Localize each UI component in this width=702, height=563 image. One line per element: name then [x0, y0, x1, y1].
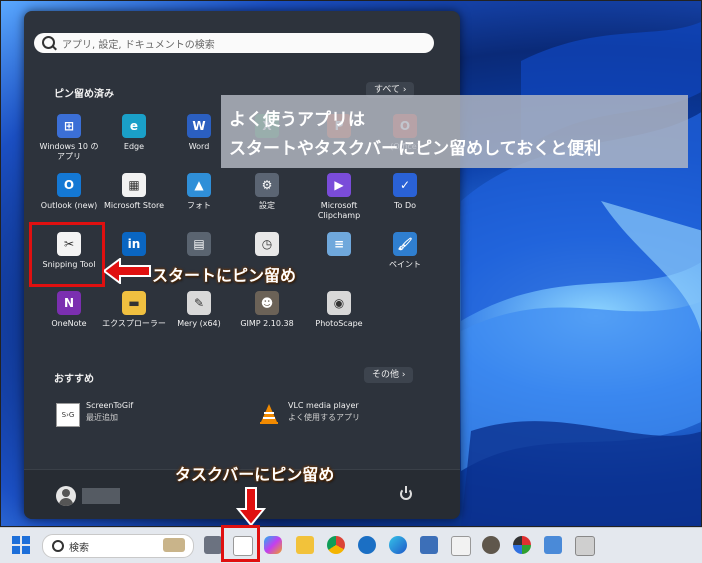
pinned-app-label: ペイント — [389, 260, 421, 269]
taskbar-pin-annotation: タスクバーにピン留め — [175, 465, 335, 484]
pinned-app-label: GIMP 2.10.38 — [240, 319, 294, 328]
search-icon — [42, 36, 55, 49]
pinned-app-paint[interactable]: 🖌 ペイント — [370, 232, 440, 286]
pinned-app-label: To Do — [393, 201, 417, 210]
pinned-app-label: PhotoScape — [315, 319, 363, 328]
user-avatar-icon[interactable] — [56, 486, 76, 506]
chrome-icon[interactable] — [327, 536, 345, 554]
recommended-item-sub: よく使用するアプリ — [288, 413, 360, 422]
pinned-app-notepad[interactable]: ≡ — [304, 232, 374, 286]
pinned-app-outlook[interactable]: O Outlook (new) — [34, 173, 104, 227]
word-icon: W — [187, 114, 211, 138]
pinned-app-label: OneNote — [51, 319, 87, 328]
taskbar-snipping-highlight-box — [221, 525, 260, 562]
callout-banner: よく使うアプリは スタートやタスクバーにピン留めしておくと便利 — [221, 95, 688, 168]
recommended-item-sub: 最近追加 — [86, 413, 118, 422]
more-recommended-button[interactable]: その他 › — [364, 367, 414, 383]
clock-icon: ◷ — [255, 232, 279, 256]
search-highlight-icon — [163, 538, 185, 552]
pinned-app-settings-gear[interactable]: ⚙ 設定 — [232, 173, 302, 227]
start-pin-annotation: スタートにピン留め — [152, 266, 297, 285]
pinned-app-store[interactable]: ▦ Microsoft Store — [99, 173, 169, 227]
user-name-redacted[interactable] — [82, 488, 120, 504]
file-explorer-icon[interactable] — [296, 536, 314, 554]
notepad-icon: ≡ — [327, 232, 351, 256]
start-windows-icon[interactable] — [12, 536, 30, 554]
pinned-app-label: フォト — [187, 201, 211, 210]
edge-taskbar-icon[interactable] — [358, 536, 376, 554]
folder-icon: ▬ — [122, 291, 146, 315]
start-search-box[interactable]: アプリ, 設定, ドキュメントの検索 — [34, 33, 434, 53]
pinned-app-label: Windows 10 の アプリ — [39, 142, 99, 161]
onenote-icon: N — [57, 291, 81, 315]
photoscape-taskbar-icon[interactable] — [513, 536, 531, 554]
edge-dev-icon[interactable] — [389, 536, 407, 554]
pinned-app-gimp[interactable]: ☻ GIMP 2.10.38 — [232, 291, 302, 345]
outlook-icon: O — [57, 173, 81, 197]
callout-line-2: スタートやタスクバーにピン留めしておくと便利 — [229, 139, 602, 159]
taskbar-search-box[interactable]: 検索 — [42, 534, 194, 558]
pinned-app-label: Mery (x64) — [177, 319, 221, 328]
pinned-app-edge[interactable]: e Edge — [99, 114, 169, 168]
clipchamp-icon: ▶ — [327, 173, 351, 197]
red-arrow-down-icon — [236, 487, 266, 527]
photoscape-icon: ◉ — [327, 291, 351, 315]
pinned-app-clipchamp[interactable]: ▶ Microsoft Clipchamp — [304, 173, 374, 227]
pinned-app-label: Microsoft Clipchamp — [317, 201, 361, 220]
red-arrow-left-icon — [104, 258, 151, 284]
recommended-item-name: VLC media player — [288, 401, 359, 410]
settings-gear-icon: ⚙ — [255, 173, 279, 197]
recommended-item-screentogif[interactable]: S›G ScreenToGif 最近追加 — [56, 401, 196, 429]
pinned-app-windows10-apps[interactable]: ⊞ Windows 10 の アプリ — [34, 114, 104, 168]
search-icon — [52, 540, 64, 552]
pinned-app-label: エクスプローラー — [102, 319, 166, 328]
recommended-section-title: おすすめ — [54, 374, 94, 385]
gimp-icon: ☻ — [255, 291, 279, 315]
calculator-icon: ▤ — [187, 232, 211, 256]
screentogif-icon: S›G — [56, 403, 80, 427]
copilot-icon[interactable] — [264, 536, 282, 554]
photos-icon: ▲ — [187, 173, 211, 197]
snipping-tool-highlight-box — [29, 222, 105, 287]
recommended-item-vlc[interactable]: VLC media player よく使用するアプリ — [258, 401, 408, 429]
pinned-section-title: ピン留め済み — [54, 89, 114, 100]
recommended-item-name: ScreenToGif — [86, 401, 134, 410]
pinned-app-photoscape[interactable]: ◉ PhotoScape — [304, 291, 374, 345]
callout-line-1: よく使うアプリは — [229, 110, 365, 130]
power-icon[interactable] — [400, 486, 412, 500]
todo-icon: ✓ — [393, 173, 417, 197]
pinned-app-todo[interactable]: ✓ To Do — [370, 173, 440, 227]
mery-icon: ✎ — [187, 291, 211, 315]
task-view-icon[interactable] — [204, 536, 222, 554]
gimp-taskbar-icon[interactable] — [482, 536, 500, 554]
notepad-blue-taskbar-icon[interactable] — [544, 536, 562, 554]
windows10-apps-icon: ⊞ — [57, 114, 81, 138]
pinned-app-label: Microsoft Store — [103, 201, 165, 210]
store-icon: ▦ — [122, 173, 146, 197]
calculator-taskbar-icon[interactable] — [420, 536, 438, 554]
pinned-app-photos[interactable]: ▲ フォト — [164, 173, 234, 227]
vlc-cone-icon — [260, 404, 278, 424]
pinned-app-onenote[interactable]: N OneNote — [34, 291, 104, 345]
pinned-app-label: 設定 — [259, 201, 275, 210]
taskbar: 検索 — [0, 527, 702, 563]
pinned-app-folder[interactable]: ▬ エクスプローラー — [99, 291, 169, 345]
taskbar-search-placeholder: 検索 — [69, 543, 89, 554]
paint-icon: 🖌 — [393, 232, 417, 256]
linkedin-icon: in — [122, 232, 146, 256]
pinned-app-label: Edge — [123, 142, 145, 151]
edge-icon: e — [122, 114, 146, 138]
pinned-app-mery[interactable]: ✎ Mery (x64) — [164, 291, 234, 345]
search-placeholder: アプリ, 設定, ドキュメントの検索 — [62, 40, 215, 51]
pinned-app-label: Outlook (new) — [40, 201, 98, 210]
notepad-taskbar-icon[interactable] — [451, 536, 471, 556]
mery-taskbar-icon[interactable] — [575, 536, 595, 556]
